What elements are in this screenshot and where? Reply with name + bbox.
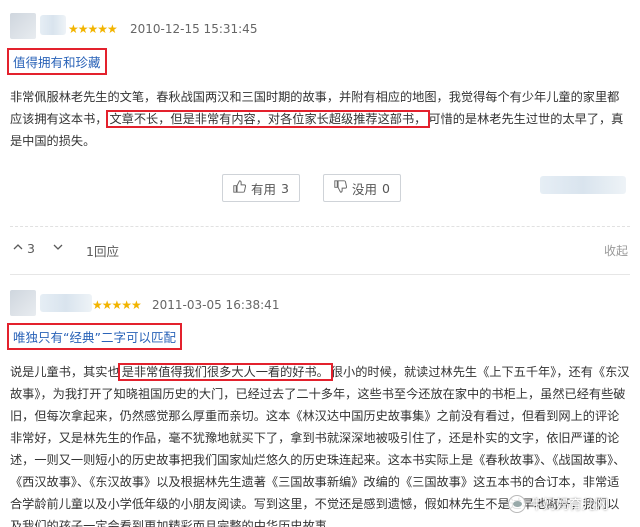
dislike-button[interactable] [52, 241, 64, 256]
watermark-logo-icon [508, 494, 526, 513]
username-blurred[interactable] [40, 15, 66, 35]
rating-stars: ★★★★★ [68, 22, 118, 36]
thumbs-down-icon [334, 179, 348, 197]
useless-label: 没用 [352, 181, 378, 197]
thumbs-up-icon [233, 179, 247, 197]
review-text: 说是儿童书，其实也 [10, 365, 120, 379]
useful-label: 有用 [251, 181, 277, 197]
watermark: 牛妈妈育儿网 [508, 494, 608, 513]
review-date: 2011-03-05 16:38:41 [152, 298, 280, 312]
collapse-link[interactable]: 收起 [604, 242, 628, 259]
watermark-text: 牛妈妈育儿网 [530, 498, 609, 513]
highlighted-text: 是非常值得我们很多大人一看的好书。 [117, 363, 333, 381]
highlighted-text: 文章不长，但是非常有内容，对各位家长超级推荐这部书， [105, 110, 431, 128]
username-blurred[interactable] [40, 294, 92, 312]
useless-button[interactable]: 没用 0 [323, 174, 401, 202]
useful-count: 3 [281, 180, 289, 196]
reply-link[interactable]: 1回应 [86, 241, 119, 260]
dislike-icon [52, 241, 64, 256]
avatar[interactable] [10, 290, 36, 316]
useless-count: 0 [382, 180, 390, 196]
divider [10, 226, 630, 227]
divider [10, 274, 630, 275]
like-count: 3 [27, 241, 35, 256]
review-title[interactable]: 值得拥有和珍藏 [7, 48, 107, 75]
like-button[interactable]: 3 [12, 241, 35, 256]
review-title[interactable]: 唯独只有“经典”二字可以匹配 [7, 323, 182, 350]
blurred-element [540, 176, 626, 194]
rating-stars: ★★★★★ [92, 298, 142, 312]
avatar[interactable] [10, 13, 36, 39]
review-body: 非常佩服林老先生的文笔，春秋战国两汉和三国时期的故事，并附有相应的地图，我觉得每… [10, 86, 630, 152]
useful-button[interactable]: 有用 3 [222, 174, 300, 202]
review-date: 2010-12-15 15:31:45 [130, 22, 258, 36]
like-icon [12, 241, 24, 256]
